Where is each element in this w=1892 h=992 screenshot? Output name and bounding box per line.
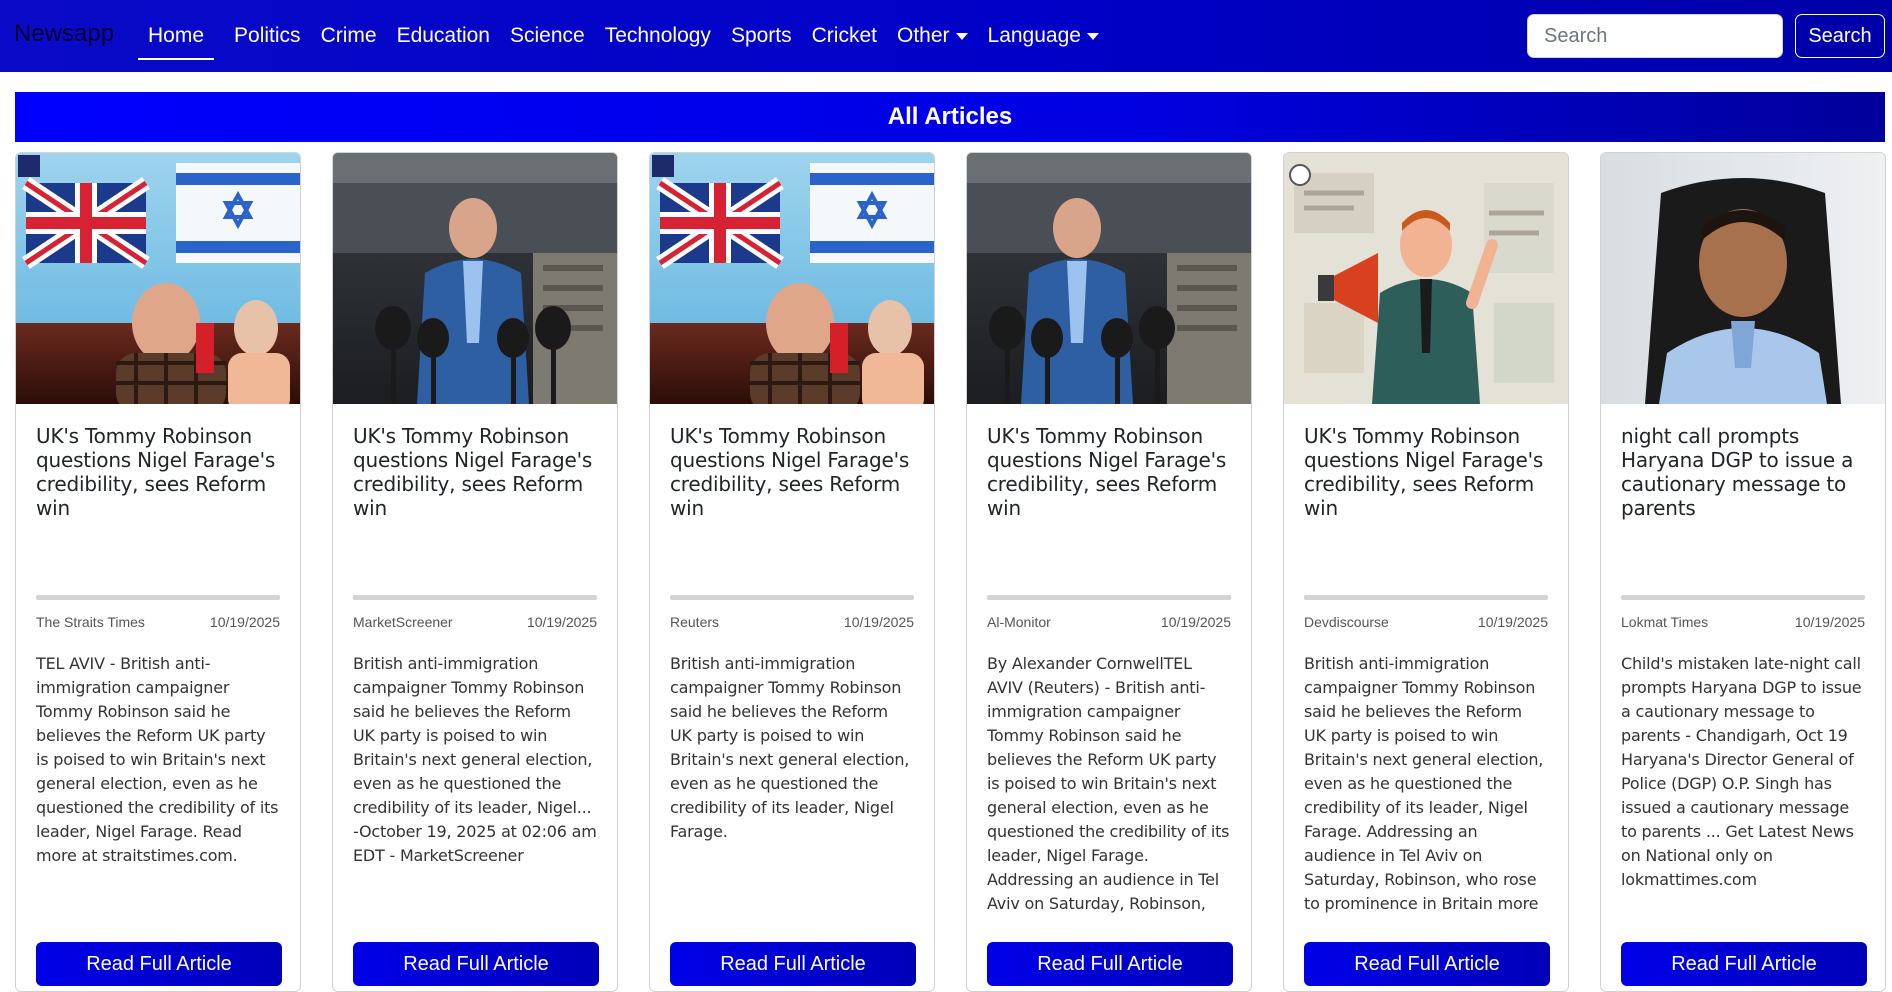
article-description: TEL AVIV - British anti-immigration camp… (36, 654, 279, 865)
articles-grid: UK's Tommy Robinson questions Nigel Fara… (15, 152, 1886, 992)
brand-logo[interactable]: Newsapp (14, 20, 114, 48)
article-card: UK's Tommy Robinson questions Nigel Fara… (332, 152, 618, 992)
article-description: British anti-immigration campaigner Tomm… (670, 654, 910, 841)
article-meta: Devdiscourse 10/19/2025 (1304, 614, 1548, 630)
article-card: UK's Tommy Robinson questions Nigel Fara… (1283, 152, 1569, 992)
read-full-article-button[interactable]: Read Full Article (1304, 942, 1550, 986)
article-description: By Alexander CornwellTEL AVIV (Reuters) … (987, 654, 1230, 913)
article-date: 10/19/2025 (1477, 614, 1548, 630)
article-source: Lokmat Times (1621, 614, 1709, 630)
article-date: 10/19/2025 (526, 614, 597, 630)
article-image[interactable] (1284, 153, 1568, 404)
article-title[interactable]: night call prompts Haryana DGP to issue … (1621, 424, 1865, 592)
article-description: British anti-immigration campaigner Tomm… (1304, 654, 1544, 913)
article-image[interactable] (967, 153, 1251, 404)
nav-links: Home Politics Crime Education Science Te… (138, 0, 1119, 72)
search-button[interactable]: Search (1795, 14, 1885, 58)
caret-down-icon (1086, 32, 1099, 40)
nav-cricket[interactable]: Cricket (812, 18, 877, 54)
nav-science[interactable]: Science (510, 18, 585, 54)
divider (987, 595, 1231, 600)
article-date: 10/19/2025 (1160, 614, 1231, 630)
divider (1304, 595, 1548, 600)
read-full-article-button[interactable]: Read Full Article (1621, 942, 1867, 986)
article-image[interactable] (333, 153, 617, 404)
article-description: Child's mistaken late-night call prompts… (1621, 654, 1862, 889)
search-input[interactable] (1527, 14, 1783, 58)
article-date: 10/19/2025 (1794, 614, 1865, 630)
article-source: Reuters (670, 614, 720, 630)
nav-education[interactable]: Education (397, 18, 490, 54)
caret-down-icon (955, 32, 968, 40)
divider (353, 595, 597, 600)
nav-sports[interactable]: Sports (731, 18, 792, 54)
article-source: MarketScreener (353, 614, 453, 630)
read-full-article-button[interactable]: Read Full Article (36, 942, 282, 986)
article-image[interactable] (650, 153, 934, 404)
article-title[interactable]: UK's Tommy Robinson questions Nigel Fara… (670, 424, 914, 592)
article-source: Devdiscourse (1304, 614, 1389, 630)
article-source: The Straits Times (36, 614, 145, 630)
article-title[interactable]: UK's Tommy Robinson questions Nigel Fara… (353, 424, 597, 592)
nav-crime[interactable]: Crime (321, 18, 377, 54)
nav-other-label: Other (896, 24, 950, 47)
divider (1621, 595, 1865, 600)
article-card: UK's Tommy Robinson questions Nigel Fara… (15, 152, 301, 992)
article-title[interactable]: UK's Tommy Robinson questions Nigel Fara… (987, 424, 1231, 592)
divider (670, 595, 914, 600)
article-date: 10/19/2025 (209, 614, 280, 630)
nav-politics[interactable]: Politics (234, 18, 301, 54)
article-card: UK's Tommy Robinson questions Nigel Fara… (966, 152, 1252, 992)
article-meta: Reuters 10/19/2025 (670, 614, 914, 630)
article-description: British anti-immigration campaigner Tomm… (353, 654, 597, 865)
article-date: 10/19/2025 (843, 614, 914, 630)
article-meta: Al-Monitor 10/19/2025 (987, 614, 1231, 630)
article-source: Al-Monitor (987, 614, 1051, 630)
article-meta: MarketScreener 10/19/2025 (353, 614, 597, 630)
article-card: night call prompts Haryana DGP to issue … (1600, 152, 1886, 992)
nav-language-label: Language (987, 24, 1081, 47)
article-meta: Lokmat Times 10/19/2025 (1621, 614, 1865, 630)
read-full-article-button[interactable]: Read Full Article (987, 942, 1233, 986)
top-navbar: Newsapp Home Politics Crime Education Sc… (0, 0, 1892, 72)
nav-other-dropdown[interactable]: Other (897, 18, 968, 54)
article-title[interactable]: UK's Tommy Robinson questions Nigel Fara… (1304, 424, 1548, 592)
article-title[interactable]: UK's Tommy Robinson questions Nigel Fara… (36, 424, 280, 592)
divider (36, 595, 280, 600)
read-full-article-button[interactable]: Read Full Article (670, 942, 916, 986)
article-card: UK's Tommy Robinson questions Nigel Fara… (649, 152, 935, 992)
nav-language-dropdown[interactable]: Language (988, 18, 1099, 54)
nav-home[interactable]: Home (138, 18, 215, 60)
section-title: All Articles (15, 92, 1885, 142)
article-image[interactable] (1601, 153, 1885, 404)
article-meta: The Straits Times 10/19/2025 (36, 614, 280, 630)
nav-technology[interactable]: Technology (605, 18, 711, 54)
article-image[interactable] (16, 153, 300, 404)
read-full-article-button[interactable]: Read Full Article (353, 942, 599, 986)
